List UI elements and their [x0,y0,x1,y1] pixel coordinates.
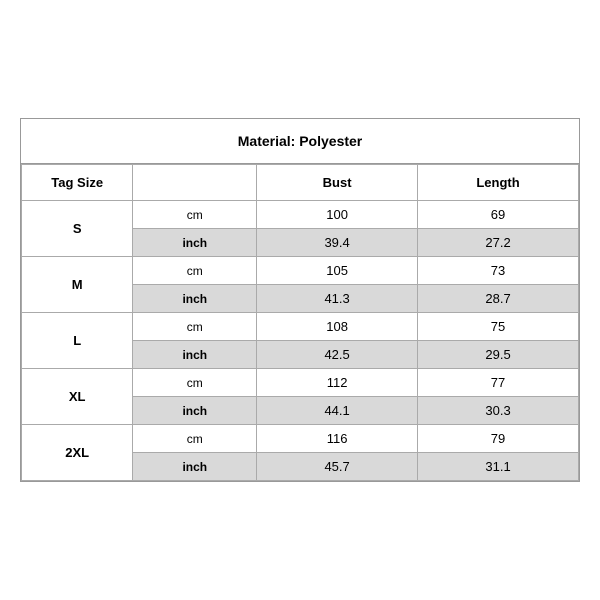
unit-cell: inch [133,229,257,257]
length-value: 73 [418,257,579,285]
bust-value: 42.5 [257,341,418,369]
bust-value: 41.3 [257,285,418,313]
length-value: 28.7 [418,285,579,313]
tag-size-cell: 2XL [22,425,133,481]
bust-value: 116 [257,425,418,453]
tag-size-cell: XL [22,369,133,425]
table-row: Lcm10875 [22,313,579,341]
table-header: Tag Size Bust Length [22,165,579,201]
unit-cell: inch [133,341,257,369]
table-row: Scm10069 [22,201,579,229]
bust-value: 39.4 [257,229,418,257]
length-value: 30.3 [418,397,579,425]
length-value: 69 [418,201,579,229]
bust-value: 105 [257,257,418,285]
unit-cell: cm [133,257,257,285]
table-row: 2XLcm11679 [22,425,579,453]
table-row: XLcm11277 [22,369,579,397]
length-value: 77 [418,369,579,397]
length-value: 75 [418,313,579,341]
unit-cell: cm [133,313,257,341]
unit-cell: inch [133,453,257,481]
table-row: Mcm10573 [22,257,579,285]
unit-cell: cm [133,201,257,229]
bust-header: Bust [257,165,418,201]
length-value: 29.5 [418,341,579,369]
chart-title: Material: Polyester [21,119,579,164]
length-value: 27.2 [418,229,579,257]
unit-cell: inch [133,285,257,313]
length-header: Length [418,165,579,201]
bust-value: 45.7 [257,453,418,481]
tag-size-cell: S [22,201,133,257]
tag-size-cell: L [22,313,133,369]
bust-value: 100 [257,201,418,229]
bust-value: 44.1 [257,397,418,425]
size-chart: Material: Polyester Tag Size Bust Length… [20,118,580,482]
bust-value: 112 [257,369,418,397]
tag-size-header: Tag Size [22,165,133,201]
length-value: 31.1 [418,453,579,481]
unit-header [133,165,257,201]
unit-cell: cm [133,425,257,453]
length-value: 79 [418,425,579,453]
bust-value: 108 [257,313,418,341]
unit-cell: inch [133,397,257,425]
tag-size-cell: M [22,257,133,313]
unit-cell: cm [133,369,257,397]
